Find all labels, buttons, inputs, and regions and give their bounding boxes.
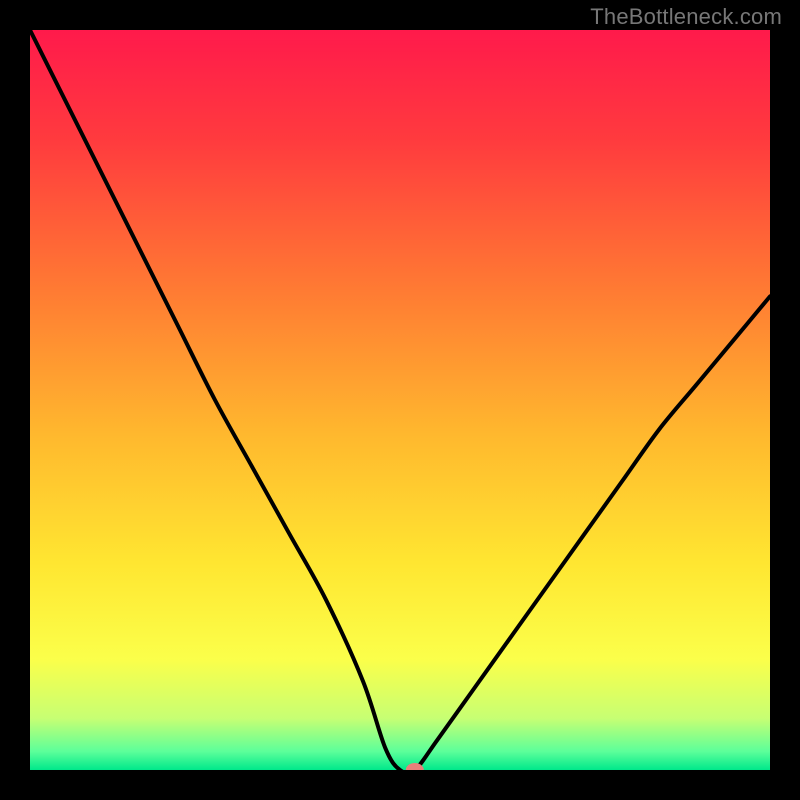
- gradient-background: [30, 30, 770, 770]
- chart-frame: TheBottleneck.com: [0, 0, 800, 800]
- watermark-text: TheBottleneck.com: [590, 4, 782, 30]
- bottleneck-chart: [30, 30, 770, 770]
